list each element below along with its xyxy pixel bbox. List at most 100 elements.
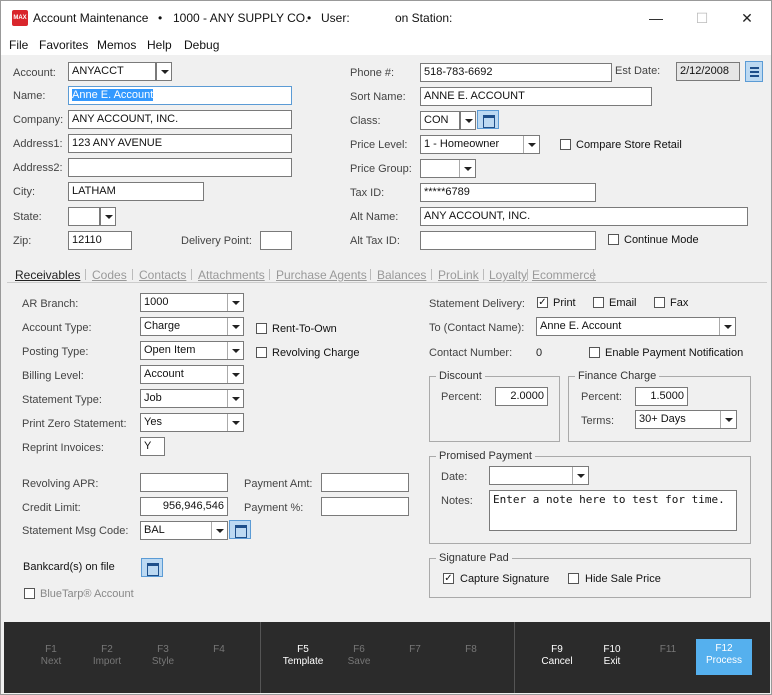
state-dropdown-button[interactable] bbox=[100, 207, 116, 226]
tab-prolink[interactable]: ProLink bbox=[438, 268, 479, 282]
fkey-label: Import bbox=[92, 656, 122, 667]
finance-percent-label: Percent: bbox=[581, 391, 622, 403]
company-input[interactable]: ANY ACCOUNT, INC. bbox=[68, 110, 292, 129]
hide-sale-price-checkbox[interactable] bbox=[568, 573, 579, 584]
class-input[interactable]: CON bbox=[420, 111, 460, 130]
tab-balances[interactable]: Balances bbox=[377, 268, 426, 282]
fkey-divider bbox=[260, 622, 261, 693]
f5-template-button[interactable]: F5 Template bbox=[275, 622, 331, 693]
chevron-down-icon bbox=[719, 318, 735, 335]
menu-favorites[interactable]: Favorites bbox=[39, 38, 88, 52]
fkey-label: Exit bbox=[603, 656, 621, 667]
zip-input[interactable]: 12110 bbox=[68, 231, 132, 250]
minimize-button[interactable]: — bbox=[641, 7, 671, 29]
phone-label: Phone #: bbox=[350, 67, 395, 79]
alt-tax-id-input[interactable] bbox=[420, 231, 596, 250]
print-zero-statement-select[interactable]: Yes bbox=[140, 413, 244, 432]
print-checkbox[interactable] bbox=[537, 297, 548, 308]
phone-input[interactable]: 518-783-6692 bbox=[420, 63, 612, 82]
bluetarp-account-checkbox[interactable] bbox=[24, 588, 35, 599]
f9-cancel-button[interactable]: F9 Cancel bbox=[529, 622, 585, 693]
email-checkbox[interactable] bbox=[593, 297, 604, 308]
menu-debug[interactable]: Debug bbox=[184, 38, 219, 52]
f11-button[interactable]: F11 bbox=[640, 622, 696, 693]
tab-receivables[interactable]: Receivables bbox=[15, 268, 80, 282]
posting-type-select[interactable]: Open Item bbox=[140, 341, 244, 360]
continue-mode-checkbox[interactable] bbox=[608, 234, 619, 245]
delivery-point-input[interactable] bbox=[260, 231, 292, 250]
reprint-invoices-label: Reprint Invoices: bbox=[22, 442, 104, 454]
terms-select[interactable]: 30+ Days bbox=[635, 410, 737, 429]
f7-button[interactable]: F7 bbox=[387, 622, 443, 693]
tab-separator bbox=[527, 269, 528, 280]
state-input[interactable] bbox=[68, 207, 100, 226]
f1-next-button[interactable]: F1 Next bbox=[23, 622, 79, 693]
tab-ecommerce[interactable]: Ecommerce bbox=[532, 268, 596, 282]
class-lookup-icon[interactable] bbox=[477, 110, 499, 129]
tab-strip: Receivables Codes Contacts Attachments P… bbox=[7, 265, 767, 283]
address2-input[interactable] bbox=[68, 158, 292, 177]
statement-msg-code-label: Statement Msg Code: bbox=[22, 525, 129, 537]
address1-input[interactable]: 123 ANY AVENUE bbox=[68, 134, 292, 153]
enable-payment-notification-checkbox[interactable] bbox=[589, 347, 600, 358]
price-group-select[interactable] bbox=[420, 159, 476, 178]
name-input[interactable]: Anne E. Account bbox=[68, 86, 292, 105]
f4-button[interactable]: F4 bbox=[191, 622, 247, 693]
finance-percent-input[interactable]: 1.5000 bbox=[635, 387, 688, 406]
billing-level-value: Account bbox=[144, 368, 184, 380]
class-dropdown-button[interactable] bbox=[460, 111, 476, 130]
fkey-label: Template bbox=[282, 656, 324, 667]
store-name: 1000 - ANY SUPPLY CO. bbox=[173, 11, 309, 25]
promised-date-select[interactable] bbox=[489, 466, 589, 485]
to-contact-name-value: Anne E. Account bbox=[540, 320, 622, 332]
to-contact-name-select[interactable]: Anne E. Account bbox=[536, 317, 736, 336]
tab-contacts[interactable]: Contacts bbox=[139, 268, 186, 282]
statement-msg-code-select[interactable]: BAL bbox=[140, 521, 228, 540]
price-level-select[interactable]: 1 - Homeowner bbox=[420, 135, 540, 154]
menu-file[interactable]: File bbox=[9, 38, 28, 52]
account-type-select[interactable]: Charge bbox=[140, 317, 244, 336]
billing-level-select[interactable]: Account bbox=[140, 365, 244, 384]
statement-type-select[interactable]: Job bbox=[140, 389, 244, 408]
title-bullet: • bbox=[307, 11, 312, 25]
menu-memos[interactable]: Memos bbox=[97, 38, 136, 52]
alt-name-input[interactable]: ANY ACCOUNT, INC. bbox=[420, 207, 748, 226]
reprint-invoices-input[interactable]: Y bbox=[140, 437, 165, 456]
ar-branch-select[interactable]: 1000 bbox=[140, 293, 244, 312]
notes-textarea[interactable]: Enter a note here to test for time. bbox=[489, 490, 737, 531]
tax-id-input[interactable]: *****6789 bbox=[420, 183, 596, 202]
menu-help[interactable]: Help bbox=[147, 38, 172, 52]
bankcards-lookup-icon[interactable] bbox=[141, 558, 163, 577]
tab-attachments[interactable]: Attachments bbox=[198, 268, 265, 282]
chevron-down-icon bbox=[459, 160, 475, 177]
f2-import-button[interactable]: F2 Import bbox=[79, 622, 135, 693]
revolving-apr-input[interactable] bbox=[140, 473, 228, 492]
revolving-charge-checkbox[interactable] bbox=[256, 347, 267, 358]
rent-to-own-checkbox[interactable] bbox=[256, 323, 267, 334]
f3-style-button[interactable]: F3 Style bbox=[135, 622, 191, 693]
compare-store-retail-checkbox[interactable] bbox=[560, 139, 571, 150]
fax-checkbox[interactable] bbox=[654, 297, 665, 308]
menu-lines-icon[interactable] bbox=[745, 61, 763, 82]
sort-name-input[interactable]: ANNE E. ACCOUNT bbox=[420, 87, 652, 106]
f6-save-button[interactable]: F6 Save bbox=[331, 622, 387, 693]
account-input[interactable]: ANYACCT bbox=[68, 62, 156, 81]
promised-date-label: Date: bbox=[441, 471, 468, 483]
f10-exit-button[interactable]: F10 Exit bbox=[584, 622, 640, 693]
credit-limit-input[interactable]: 956,946,546 bbox=[140, 497, 228, 516]
payment-percent-input[interactable] bbox=[321, 497, 409, 516]
payment-amt-input[interactable] bbox=[321, 473, 409, 492]
discount-percent-input[interactable]: 2.0000 bbox=[495, 387, 548, 406]
f8-button[interactable]: F8 bbox=[443, 622, 499, 693]
city-input[interactable]: LATHAM bbox=[68, 182, 204, 201]
f12-process-button[interactable]: F12 Process bbox=[696, 639, 752, 675]
statement-msg-lookup-icon[interactable] bbox=[229, 520, 251, 539]
delivery-point-label: Delivery Point: bbox=[181, 235, 252, 247]
tab-purchase-agents[interactable]: Purchase Agents bbox=[276, 268, 367, 282]
tab-loyalty[interactable]: Loyalty bbox=[489, 268, 527, 282]
tab-codes[interactable]: Codes bbox=[92, 268, 127, 282]
account-dropdown-button[interactable] bbox=[156, 62, 172, 81]
maximize-button[interactable]: ☐ bbox=[687, 7, 717, 29]
capture-signature-checkbox[interactable] bbox=[443, 573, 454, 584]
close-button[interactable]: ✕ bbox=[732, 7, 762, 29]
